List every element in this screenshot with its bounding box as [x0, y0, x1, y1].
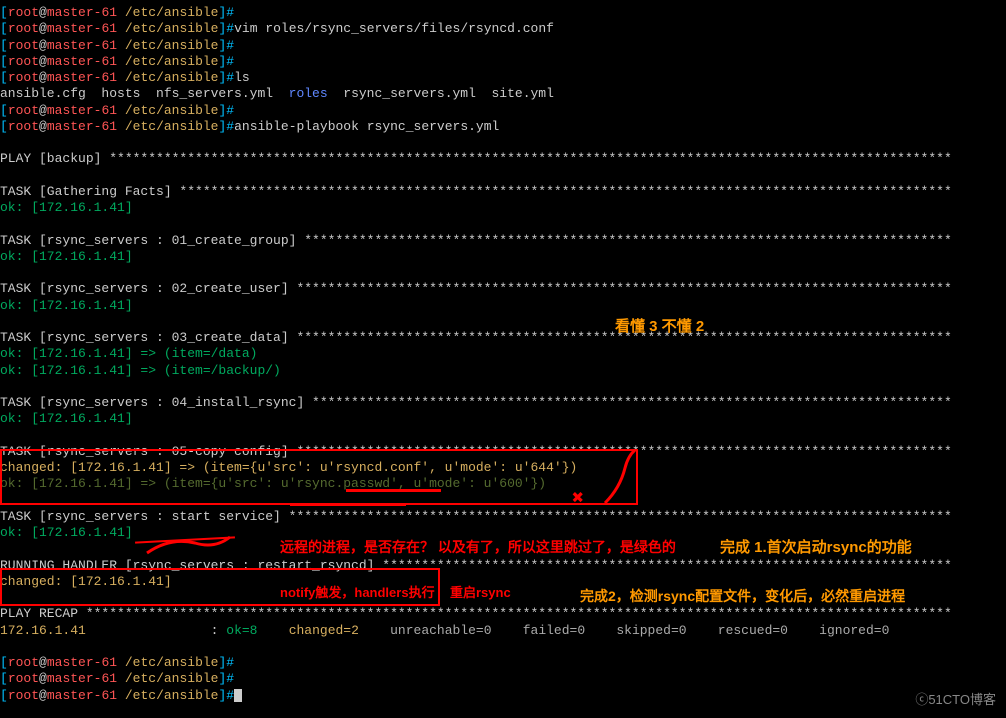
annotation-complete-2: 完成2，检测rsync配置文件，变化后，必然重启进程: [580, 588, 905, 606]
annotation-notify: notify触发，handlers执行: [280, 585, 435, 601]
annotation-restart: 重启rsync: [450, 585, 511, 601]
task-05: TASK [rsync_servers : 05-copy config] **…: [0, 444, 1006, 460]
prompt-line-playbook[interactable]: [root@master-61 /etc/ansible]#ansible-pl…: [0, 119, 1006, 135]
task-03: TASK [rsync_servers : 03_create_data] **…: [0, 330, 1006, 346]
ok-status: ok: [172.16.1.41]: [0, 200, 1006, 216]
task-02: TASK [rsync_servers : 02_create_user] **…: [0, 281, 1006, 297]
play-recap-header: PLAY RECAP *****************************…: [0, 606, 1006, 622]
prompt-line[interactable]: [root@master-61 /etc/ansible]#: [0, 38, 1006, 54]
prompt-line[interactable]: [root@master-61 /etc/ansible]#: [0, 54, 1006, 70]
prompt-line[interactable]: [root@master-61 /etc/ansible]#: [0, 655, 1006, 671]
ok-item: ok: [172.16.1.41] => (item=/data): [0, 346, 1006, 362]
play-recap-row: 172.16.1.41 : ok=8 changed=2 unreachable…: [0, 623, 1006, 639]
play-header: PLAY [backup] **************************…: [0, 151, 1006, 167]
ok-status: ok: [172.16.1.41]: [0, 249, 1006, 265]
prompt-line[interactable]: [root@master-61 /etc/ansible]#: [0, 103, 1006, 119]
annotation-top-right: 看懂 3 不懂 2: [615, 318, 704, 337]
task-01: TASK [rsync_servers : 01_create_group] *…: [0, 233, 1006, 249]
ok-status: ok: [172.16.1.41]: [0, 411, 1006, 427]
annotation-remote-process: 远程的进程，是否存在？ 以及有了，所以这里跳过了，是绿色的: [280, 539, 676, 557]
prompt-line-vim[interactable]: [root@master-61 /etc/ansible]#vim roles/…: [0, 21, 1006, 37]
prompt-line[interactable]: [root@master-61 /etc/ansible]#: [0, 671, 1006, 687]
ok-item: ok: [172.16.1.41] => (item=/backup/): [0, 363, 1006, 379]
task-04: TASK [rsync_servers : 04_install_rsync] …: [0, 395, 1006, 411]
roles-dir: roles: [289, 86, 328, 101]
task-start-service: TASK [rsync_servers : start service] ***…: [0, 509, 1006, 525]
ok-status: ok: [172.16.1.41] => (item={u'src': u'rs…: [0, 476, 1006, 492]
task-gathering: TASK [Gathering Facts] *****************…: [0, 184, 1006, 200]
prompt-line[interactable]: [root@master-61 /etc/ansible]#: [0, 5, 1006, 21]
cursor-icon: [234, 689, 242, 702]
ls-output: ansible.cfg hosts nfs_servers.yml roles …: [0, 86, 1006, 102]
prompt-line-cursor[interactable]: [root@master-61 /etc/ansible]#: [0, 688, 1006, 704]
changed-status: changed: [172.16.1.41] => (item={u'src':…: [0, 460, 1006, 476]
running-handler: RUNNING HANDLER [rsync_servers : restart…: [0, 558, 1006, 574]
ok-status: ok: [172.16.1.41]: [0, 298, 1006, 314]
prompt-line-ls[interactable]: [root@master-61 /etc/ansible]#ls: [0, 70, 1006, 86]
annotation-complete-1: 完成 1.首次启动rsync的功能: [720, 539, 912, 558]
watermark: ⓒ51CTO博客: [915, 692, 996, 708]
